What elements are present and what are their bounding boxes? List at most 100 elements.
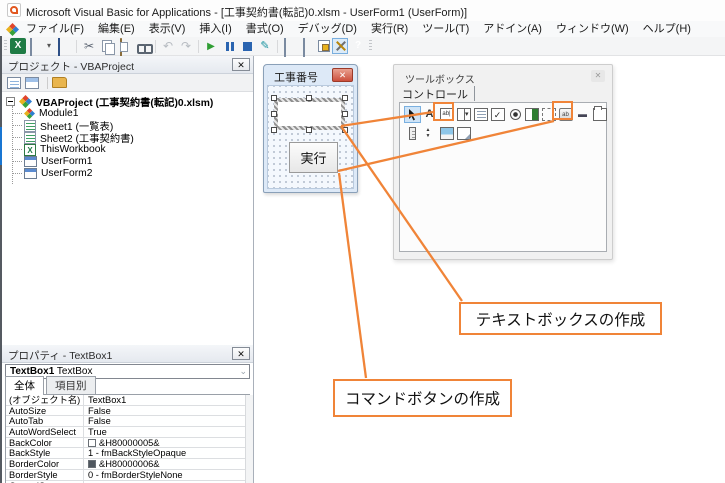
toolbox-close-button[interactable] <box>591 70 605 82</box>
toolbox-optionbutton-icon[interactable] <box>506 106 523 123</box>
menu-help[interactable]: ヘルプ(H) <box>636 21 698 37</box>
resize-handle-se[interactable] <box>342 127 348 133</box>
toolbox-combobox-icon[interactable] <box>455 106 472 123</box>
property-row-autotab[interactable]: AutoTab False <box>6 416 249 428</box>
properties-close-button[interactable] <box>232 347 250 360</box>
menu-debug[interactable]: デバッグ(D) <box>291 21 364 37</box>
redo-icon[interactable] <box>178 38 194 54</box>
tree-item-userform2[interactable]: UserForm2 <box>13 167 93 180</box>
toolbox-tab-controls[interactable]: コントロール <box>400 86 475 101</box>
menu-window[interactable]: ウィンドウ(W) <box>549 21 636 37</box>
toolbox-window: ツールボックス コントロール <box>393 64 613 260</box>
view-code-icon[interactable] <box>7 76 21 89</box>
menu-format[interactable]: 書式(O) <box>239 21 291 37</box>
properties-scrollbar[interactable] <box>245 395 253 483</box>
menu-file[interactable]: ファイル(F) <box>19 21 91 37</box>
userform-icon <box>24 156 37 167</box>
userform-canvas[interactable]: 実行 <box>267 85 354 189</box>
paste-icon[interactable] <box>117 38 133 57</box>
userform-title: 工事番号 <box>274 72 318 84</box>
insert-userform-icon[interactable] <box>28 38 44 57</box>
vba-app-icon <box>7 3 21 17</box>
copy-icon[interactable] <box>99 38 115 55</box>
properties-title: プロパティ - TextBox1 <box>8 350 113 362</box>
run-commandbutton[interactable]: 実行 <box>289 142 338 173</box>
toolbox-refedit-icon[interactable] <box>455 125 472 142</box>
menu-edit[interactable]: 編集(E) <box>91 21 142 37</box>
view-object-icon[interactable] <box>25 76 39 89</box>
chevron-down-icon: ⌄ <box>239 366 247 376</box>
commandbutton-icon-highlight <box>552 101 573 120</box>
window-title: Microsoft Visual Basic for Applications … <box>26 7 468 19</box>
project-explorer-panel: プロジェクト - VBAProject VBAProject (工事契約書(転記… <box>2 56 254 345</box>
toolbox-image-icon[interactable] <box>438 125 455 142</box>
tab-alphabetic[interactable]: 全体 <box>5 376 44 395</box>
project-explorer-icon[interactable] <box>282 38 298 57</box>
toolbox-multipage-icon[interactable] <box>591 106 608 123</box>
menu-tools[interactable]: ツール(T) <box>415 21 476 37</box>
toolbox-title: ツールボックス <box>405 75 475 86</box>
run-icon[interactable] <box>203 38 219 54</box>
resize-handle-n[interactable] <box>306 95 312 101</box>
project-explorer-toolbar <box>2 74 253 92</box>
properties-grid: (オブジェクト名) TextBox1 AutoSize False AutoTa… <box>5 395 250 483</box>
toolbox-tabstrip-icon[interactable] <box>574 106 591 123</box>
cut-icon[interactable] <box>81 38 97 54</box>
properties-window-icon[interactable] <box>300 38 316 57</box>
toolbox-togglebutton-icon[interactable] <box>523 106 540 123</box>
save-icon[interactable] <box>56 38 72 57</box>
userform-close-button[interactable] <box>332 68 353 82</box>
color-swatch <box>88 438 96 447</box>
design-mode-icon[interactable] <box>257 38 273 54</box>
menu-addins[interactable]: アドイン(A) <box>476 21 549 37</box>
reset-icon[interactable] <box>239 38 255 54</box>
standard-toolbar <box>0 37 725 57</box>
textbox-selection-frame[interactable] <box>274 98 345 130</box>
worksheet-icon <box>24 131 36 144</box>
workbook-icon <box>24 143 36 156</box>
toolbox-select-icon[interactable] <box>404 106 421 123</box>
toolbar-grip[interactable] <box>4 40 7 52</box>
project-tree: VBAProject (工事契約書(転記)0.xlsm) Module1 She… <box>2 93 253 345</box>
properties-tabs: 全体 項目別 <box>5 376 250 395</box>
toolbar-end-grip[interactable] <box>369 40 372 52</box>
menu-bar: ファイル(F) 編集(E) 表示(V) 挿入(I) 書式(O) デバッグ(D) … <box>0 21 725 37</box>
title-bar: Microsoft Visual Basic for Applications … <box>0 0 725 21</box>
userform-window: 工事番号 実行 <box>263 64 358 193</box>
help-icon[interactable] <box>350 38 366 54</box>
color-swatch <box>88 459 96 468</box>
resize-handle-e[interactable] <box>342 111 348 117</box>
project-explorer-close-button[interactable] <box>232 58 250 71</box>
find-icon[interactable] <box>135 38 153 54</box>
menu-insert[interactable]: 挿入(I) <box>192 21 238 37</box>
resize-handle-s[interactable] <box>306 127 312 133</box>
object-browser-icon[interactable] <box>318 40 330 52</box>
toolbox-scrollbar-icon[interactable] <box>404 125 421 142</box>
property-row-bordercolor[interactable]: BorderColor &H80000006& <box>6 459 249 470</box>
toolbox-listbox-icon[interactable] <box>472 106 489 123</box>
project-explorer-title: プロジェクト - VBAProject <box>8 61 135 73</box>
toolbox-spinbutton-icon[interactable] <box>421 125 438 142</box>
view-excel-icon[interactable] <box>10 38 26 54</box>
resize-handle-ne[interactable] <box>342 95 348 101</box>
property-row-autosize[interactable]: AutoSize False <box>6 405 249 417</box>
property-row-backcolor[interactable]: BackColor &H80000005& <box>6 437 249 449</box>
resize-handle-sw[interactable] <box>271 127 277 133</box>
toggle-folders-icon[interactable] <box>52 77 67 88</box>
resize-handle-nw[interactable] <box>271 95 277 101</box>
property-row-backstyle[interactable]: BackStyle 1 - fmBackStyleOpaque <box>6 448 249 460</box>
menu-run[interactable]: 実行(R) <box>364 21 415 37</box>
property-row-objectname[interactable]: (オブジェクト名) TextBox1 <box>6 395 249 406</box>
tab-categorized[interactable]: 項目別 <box>46 376 96 394</box>
toolbox-icon[interactable] <box>332 38 348 54</box>
textbox-control[interactable] <box>278 102 341 126</box>
insert-userform-dropdown-icon[interactable] <box>46 38 54 54</box>
menu-view[interactable]: 表示(V) <box>142 21 193 37</box>
collapse-icon[interactable] <box>6 97 15 106</box>
resize-handle-w[interactable] <box>271 111 277 117</box>
break-icon[interactable] <box>221 38 237 54</box>
toolbox-checkbox-icon[interactable] <box>489 106 506 123</box>
property-row-autowordselect[interactable]: AutoWordSelect True <box>6 427 249 438</box>
property-row-borderstyle[interactable]: BorderStyle 0 - fmBorderStyleNone <box>6 469 249 481</box>
undo-icon[interactable] <box>160 38 176 54</box>
